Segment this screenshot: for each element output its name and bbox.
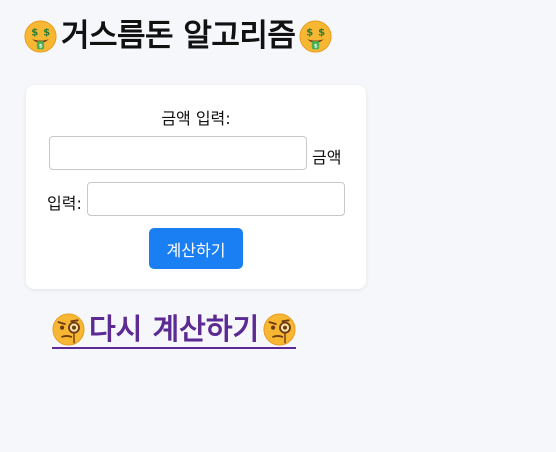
retry-link[interactable]: 다시 계산하기 (52, 312, 297, 349)
amount-prompt-label: 금액 입력: (161, 109, 231, 128)
svg-text:$: $ (319, 28, 326, 39)
svg-text:$: $ (31, 28, 38, 39)
svg-text:$: $ (307, 28, 314, 39)
page-title: $ $ $ 거스름돈 알고리즘 $ $ $ (24, 20, 332, 53)
second-amount-input[interactable] (87, 182, 345, 216)
money-mouth-face-icon: $ $ $ (24, 20, 57, 53)
second-input-label: 입력: (47, 194, 82, 213)
page: $ $ $ 거스름돈 알고리즘 $ $ $ 금액 입력: 금액 입력: 계산하기… (0, 0, 556, 452)
svg-text:$: $ (43, 28, 50, 39)
money-mouth-face-icon: $ $ $ (299, 20, 332, 53)
retry-link-label: 다시 계산하기 (89, 312, 260, 346)
title-text: 거스름돈 알고리즘 (61, 18, 296, 54)
amount-suffix-label: 금액 (312, 148, 342, 167)
change-form-card: 금액 입력: 금액 입력: 계산하기 (26, 85, 366, 289)
face-with-monocle-icon (52, 313, 85, 346)
face-with-monocle-icon (263, 313, 296, 346)
calculate-button[interactable]: 계산하기 (149, 228, 243, 269)
amount-input[interactable] (49, 136, 307, 170)
